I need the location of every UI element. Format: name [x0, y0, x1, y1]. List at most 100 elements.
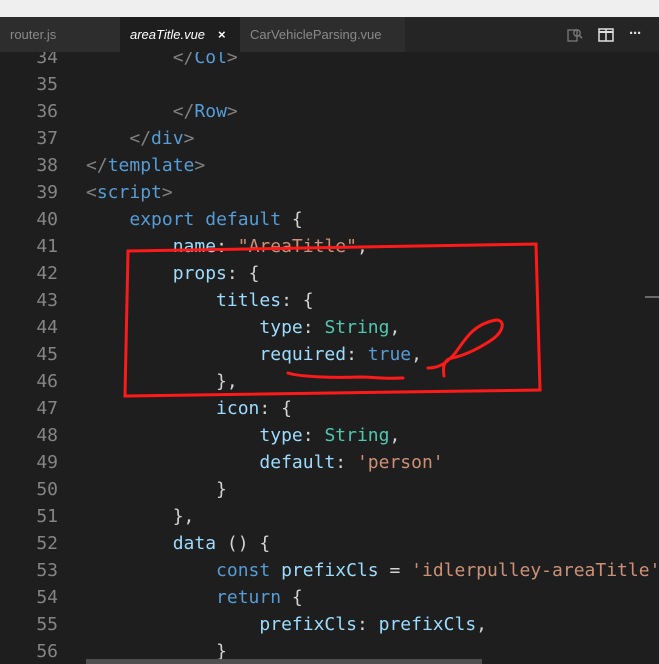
code-text: required: true,	[86, 341, 422, 368]
code-line[interactable]: 49 default: 'person'	[0, 449, 659, 476]
code-token: :	[335, 452, 357, 473]
code-token: const	[216, 560, 271, 581]
line-number: 39	[36, 182, 58, 203]
line-number: 55	[36, 614, 58, 635]
code-text: </Col>	[86, 52, 238, 71]
line-number: 54	[36, 587, 58, 608]
code-token: () {	[216, 533, 271, 554]
code-line[interactable]: 52 data () {	[0, 530, 659, 557]
code-token: prefixCls	[259, 614, 357, 635]
code-token: ,	[411, 344, 422, 365]
line-number: 41	[36, 236, 58, 257]
code-text: prefixCls: prefixCls,	[86, 611, 487, 638]
code-editor[interactable]: 34 </Col> 35 36 </Row> 37 </div> 38 </templat…	[0, 52, 659, 664]
code-line[interactable]: 45 required: true,	[0, 341, 659, 368]
code-line[interactable]: 42 props: {	[0, 260, 659, 287]
code-token: </	[172, 52, 195, 68]
tab-car-vehicle-parsing-vue[interactable]: CarVehicleParsing.vue	[240, 17, 405, 52]
code-line[interactable]: 43 titles: {	[0, 287, 659, 314]
code-line[interactable]: 44 type: String,	[0, 314, 659, 341]
line-number: 56	[36, 641, 58, 662]
code-token: </	[172, 101, 195, 122]
code-token: required	[259, 344, 347, 365]
code-token: : {	[281, 290, 314, 311]
code-line[interactable]: 35	[0, 71, 659, 98]
code-token: }	[86, 479, 227, 500]
code-line[interactable]: 55 prefixCls: prefixCls,	[0, 611, 659, 638]
code-token: titles	[216, 290, 282, 311]
code-token: div	[151, 128, 184, 149]
code-text: type: String,	[86, 422, 400, 449]
open-changes-icon[interactable]	[566, 26, 584, 44]
code-token: =	[378, 560, 412, 581]
code-line[interactable]: 41 name: "AreaTitle",	[0, 233, 659, 260]
code-token: 'person'	[356, 452, 444, 473]
code-token: },	[86, 506, 195, 527]
code-text: },	[86, 368, 238, 395]
code-token: </	[129, 128, 152, 149]
code-line[interactable]: 40 export default {	[0, 206, 659, 233]
code-token: prefixCls	[281, 560, 379, 581]
code-text: },	[86, 503, 195, 530]
code-line[interactable]: 48 type: String,	[0, 422, 659, 449]
code-token: :	[302, 425, 325, 446]
code-token: Row	[194, 101, 227, 122]
line-number: 51	[36, 506, 58, 527]
code-token: "AreaTitle"	[237, 236, 357, 257]
editor-tab-bar: router.js areaTitle.vue × CarVehiclePars…	[0, 17, 659, 52]
code-line[interactable]: 39 <script>	[0, 179, 659, 206]
line-number: 52	[36, 533, 58, 554]
line-number: 40	[36, 209, 58, 230]
code-token: >	[183, 128, 195, 149]
code-text: <script>	[86, 179, 173, 206]
code-text: default: 'person'	[86, 449, 444, 476]
window-top-strip	[0, 0, 659, 17]
code-token: ,	[389, 425, 401, 446]
code-text: </Row>	[86, 98, 238, 125]
line-number: 43	[36, 290, 58, 311]
code-token: type	[259, 425, 303, 446]
horizontal-scrollbar[interactable]	[86, 659, 482, 664]
code-token: >	[226, 52, 238, 68]
tab-router-js[interactable]: router.js	[0, 17, 120, 52]
line-number: 48	[36, 425, 58, 446]
code-line[interactable]: 51 },	[0, 503, 659, 530]
line-number: 45	[36, 344, 58, 365]
code-line[interactable]: 38 </template>	[0, 152, 659, 179]
code-token: type	[259, 317, 303, 338]
code-line[interactable]: 50 }	[0, 476, 659, 503]
code-line[interactable]: 37 </div>	[0, 125, 659, 152]
code-token: default	[205, 209, 282, 230]
code-line[interactable]: 36 </Row>	[0, 98, 659, 125]
code-token: String	[324, 317, 390, 338]
code-line[interactable]: 34 </Col>	[0, 52, 659, 71]
code-lines: 34 </Col> 35 36 </Row> 37 </div> 38 </templat…	[0, 52, 659, 664]
line-number: 36	[36, 101, 58, 122]
code-line[interactable]: 46 },	[0, 368, 659, 395]
code-text: props: {	[86, 260, 260, 287]
close-icon[interactable]: ×	[218, 17, 226, 52]
more-actions-icon[interactable]: ···	[629, 17, 642, 52]
line-number: 49	[36, 452, 58, 473]
line-number: 37	[36, 128, 58, 149]
code-token: >	[226, 101, 238, 122]
code-text: name: "AreaTitle",	[86, 233, 368, 260]
code-text: data () {	[86, 530, 271, 557]
code-token: : {	[259, 398, 292, 419]
split-editor-icon[interactable]	[597, 26, 615, 44]
code-line[interactable]: 53 const prefixCls = 'idlerpulley-areaTi…	[0, 557, 659, 584]
tab-label: areaTitle.vue	[130, 27, 206, 42]
overview-ruler-mark	[645, 296, 659, 298]
code-line[interactable]: 47 icon: {	[0, 395, 659, 422]
code-line[interactable]: 54 return {	[0, 584, 659, 611]
code-token: {	[281, 209, 303, 230]
